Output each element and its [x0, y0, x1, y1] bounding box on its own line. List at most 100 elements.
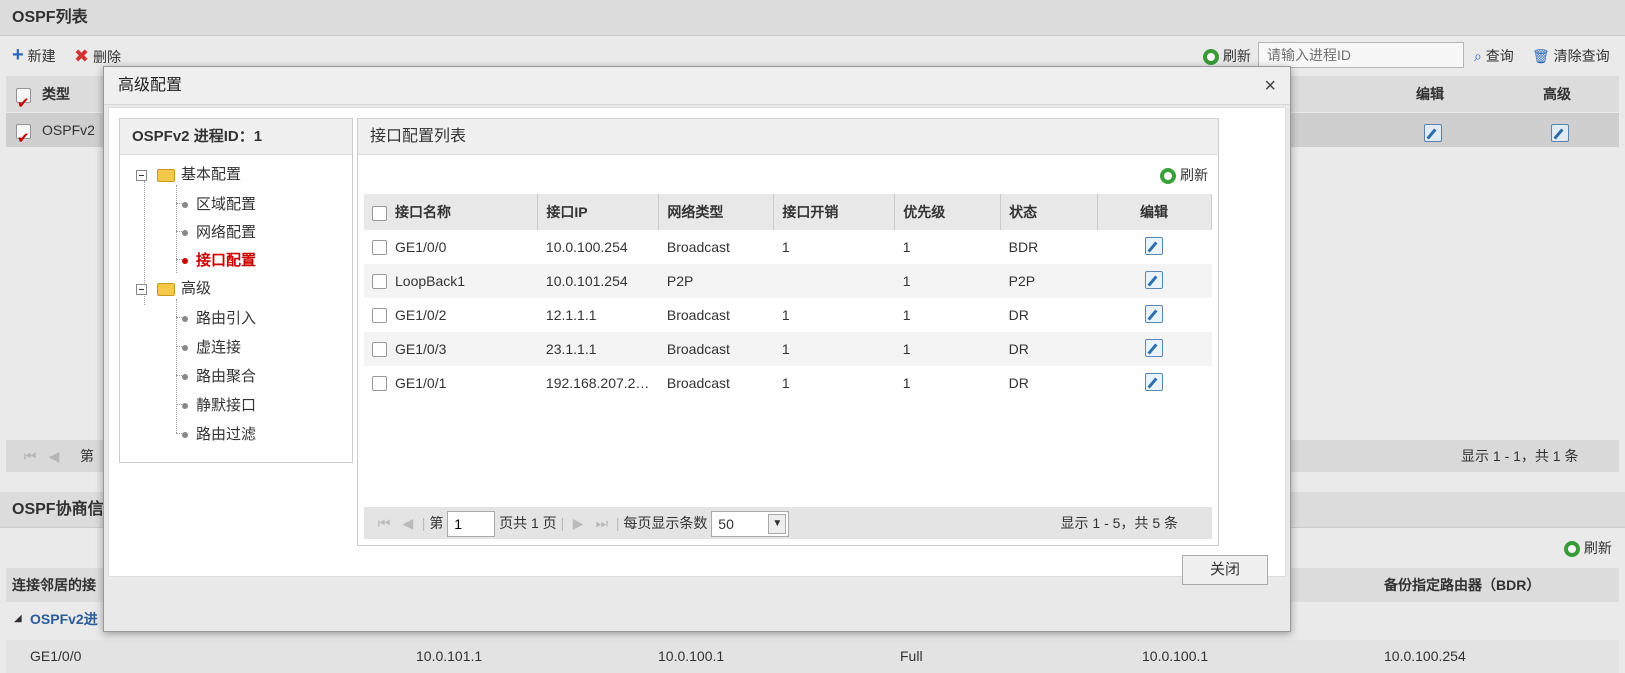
- tree-item-silent-interface[interactable]: 静默接口: [182, 394, 256, 415]
- cell-edit: [1097, 332, 1212, 366]
- cell-network-type: Broadcast: [666, 375, 730, 391]
- pager-divider: |: [421, 515, 426, 531]
- cell-priority: 1: [902, 239, 911, 255]
- table-row[interactable]: GE1/0/1 192.168.207.2… Broadcast 1 1 DR: [364, 366, 1212, 400]
- tree-item-interface-config[interactable]: 接口配置: [182, 249, 256, 270]
- table-row[interactable]: GE1/0/0 10.0.100.254 Broadcast 1 1 BDR: [364, 230, 1212, 264]
- tree-group-advanced[interactable]: 高级: [136, 277, 211, 298]
- panel-refresh-label: 刷新: [1180, 167, 1208, 183]
- bullet-icon: [182, 345, 188, 352]
- col-status: 状态: [1000, 194, 1099, 230]
- pager-summary: 显示 1 - 5，共 5 条: [1060, 515, 1178, 531]
- tree-item-route-filter[interactable]: 路由过滤: [182, 423, 256, 444]
- cell-network-type: Broadcast: [666, 239, 730, 255]
- cell-edit: [1097, 264, 1212, 298]
- pager-divider: |: [560, 515, 565, 531]
- per-page-label: 每页显示条数: [623, 515, 708, 531]
- cell-priority: 1: [902, 375, 911, 391]
- bullet-icon: [182, 403, 188, 410]
- chevron-down-icon[interactable]: ▼: [768, 514, 787, 535]
- bullet-icon: [182, 258, 188, 265]
- col-network-type: 网络类型: [658, 194, 775, 230]
- cell-network-type: Broadcast: [658, 332, 774, 366]
- table-row[interactable]: GE1/0/2 12.1.1.1 Broadcast 1 1 DR: [364, 298, 1212, 332]
- cell-status: P2P: [1000, 264, 1098, 298]
- table-row[interactable]: LoopBack1 10.0.101.254 P2P 1 P2P: [364, 264, 1212, 298]
- per-page-select[interactable]: 50 ▼: [711, 511, 790, 538]
- panel-title: 接口配置列表: [358, 119, 1218, 155]
- collapse-icon[interactable]: [136, 283, 147, 295]
- col-interface-name: 接口名称: [364, 194, 539, 230]
- first-page-icon[interactable]: ⏮: [374, 507, 394, 539]
- cell-text: LoopBack1: [395, 272, 466, 289]
- bullet-icon: [182, 202, 188, 209]
- cell-interface-ip: 192.168.207.2…: [545, 375, 650, 391]
- tree-item-route-aggregation[interactable]: 路由聚合: [182, 365, 256, 386]
- bullet-icon: [182, 316, 188, 323]
- collapse-icon[interactable]: [136, 169, 147, 181]
- tree-item-area-config[interactable]: 区域配置: [182, 193, 256, 214]
- edit-icon[interactable]: [1145, 304, 1164, 323]
- row-checkbox[interactable]: [372, 376, 387, 392]
- cell-interface-name: LoopBack1: [364, 264, 538, 298]
- tree-header: OSPFv2 进程ID：1: [120, 119, 352, 155]
- tree-item-virtual-link[interactable]: 虚连接: [182, 336, 241, 357]
- col-interface-ip: 接口IP: [537, 194, 660, 230]
- tree-item-route-import[interactable]: 路由引入: [182, 307, 256, 328]
- tree-item-network-config[interactable]: 网络配置: [182, 221, 256, 242]
- edit-icon[interactable]: [1145, 338, 1164, 357]
- cell-text: GE1/0/3: [395, 340, 447, 357]
- cell-interface-name: GE1/0/1: [364, 366, 538, 400]
- interface-config-panel: 接口配置列表 刷新 接口名称 接口IP 网络类型 接口开销 优先级 状态 编辑 …: [357, 118, 1219, 546]
- col-edit: 编辑: [1097, 194, 1212, 230]
- cell-status: DR: [1000, 332, 1098, 366]
- cell-edit: [1098, 230, 1212, 264]
- panel-refresh-button[interactable]: 刷新: [1160, 165, 1208, 185]
- close-icon[interactable]: ×: [1264, 67, 1276, 105]
- cell-status: DR: [1008, 375, 1029, 391]
- close-button[interactable]: 关闭: [1182, 555, 1268, 585]
- cell-status: BDR: [1008, 239, 1039, 255]
- cell-text: GE1/0/1: [395, 374, 447, 391]
- column-label: 接口名称: [395, 204, 451, 220]
- cell-interface-name: GE1/0/2: [364, 298, 538, 332]
- bullet-icon: [182, 374, 188, 381]
- cell-interface-ip: 10.0.101.254: [537, 264, 659, 298]
- edit-icon[interactable]: [1145, 270, 1164, 289]
- last-page-icon[interactable]: ⏭: [592, 507, 612, 539]
- cell-network-type: P2P: [658, 264, 774, 298]
- cell-interface-ip: 12.1.1.1: [545, 307, 597, 323]
- table-row[interactable]: GE1/0/3 23.1.1.1 Broadcast 1 1 DR: [364, 332, 1212, 366]
- tree-group-basic[interactable]: 基本配置: [136, 163, 241, 184]
- pager-divider: |: [615, 515, 620, 531]
- table-header-row: 接口名称 接口IP 网络类型 接口开销 优先级 状态 编辑: [364, 194, 1212, 230]
- row-checkbox[interactable]: [372, 308, 387, 324]
- cell-interface-cost: 1: [781, 375, 790, 391]
- cell-status: DR: [1008, 307, 1029, 323]
- row-checkbox[interactable]: [372, 342, 387, 358]
- cell-text: GE1/0/2: [395, 306, 447, 323]
- dialog-header: 高级配置 ×: [104, 67, 1290, 105]
- page-number-input[interactable]: [447, 511, 496, 538]
- folder-icon: [157, 282, 175, 296]
- cell-edit: [1098, 298, 1212, 332]
- row-checkbox[interactable]: [372, 240, 387, 256]
- cell-priority: 1: [902, 307, 911, 323]
- bullet-icon: [182, 432, 188, 439]
- row-checkbox[interactable]: [372, 274, 387, 290]
- cell-interface-cost: [773, 264, 895, 298]
- cell-network-type: Broadcast: [666, 307, 730, 323]
- cell-interface-cost: 1: [781, 307, 790, 323]
- tree-item-label: 区域配置: [196, 196, 257, 213]
- prev-page-icon[interactable]: ◀: [398, 507, 418, 539]
- edit-icon[interactable]: [1145, 236, 1164, 255]
- edit-icon[interactable]: [1145, 372, 1164, 391]
- tree-item-label: 网络配置: [196, 224, 257, 241]
- per-page-value: 50: [718, 516, 734, 533]
- select-all-checkbox[interactable]: [372, 205, 387, 221]
- dialog-title: 高级配置: [118, 77, 183, 94]
- next-page-icon[interactable]: ▶: [568, 507, 588, 539]
- tree-item-label: 接口配置: [196, 252, 257, 269]
- tree-item-label: 路由过滤: [196, 426, 257, 443]
- dialog-body: OSPFv2 进程ID：1 基本配置 区域配置 网络配置 接口配置 高级 路由引…: [108, 107, 1286, 577]
